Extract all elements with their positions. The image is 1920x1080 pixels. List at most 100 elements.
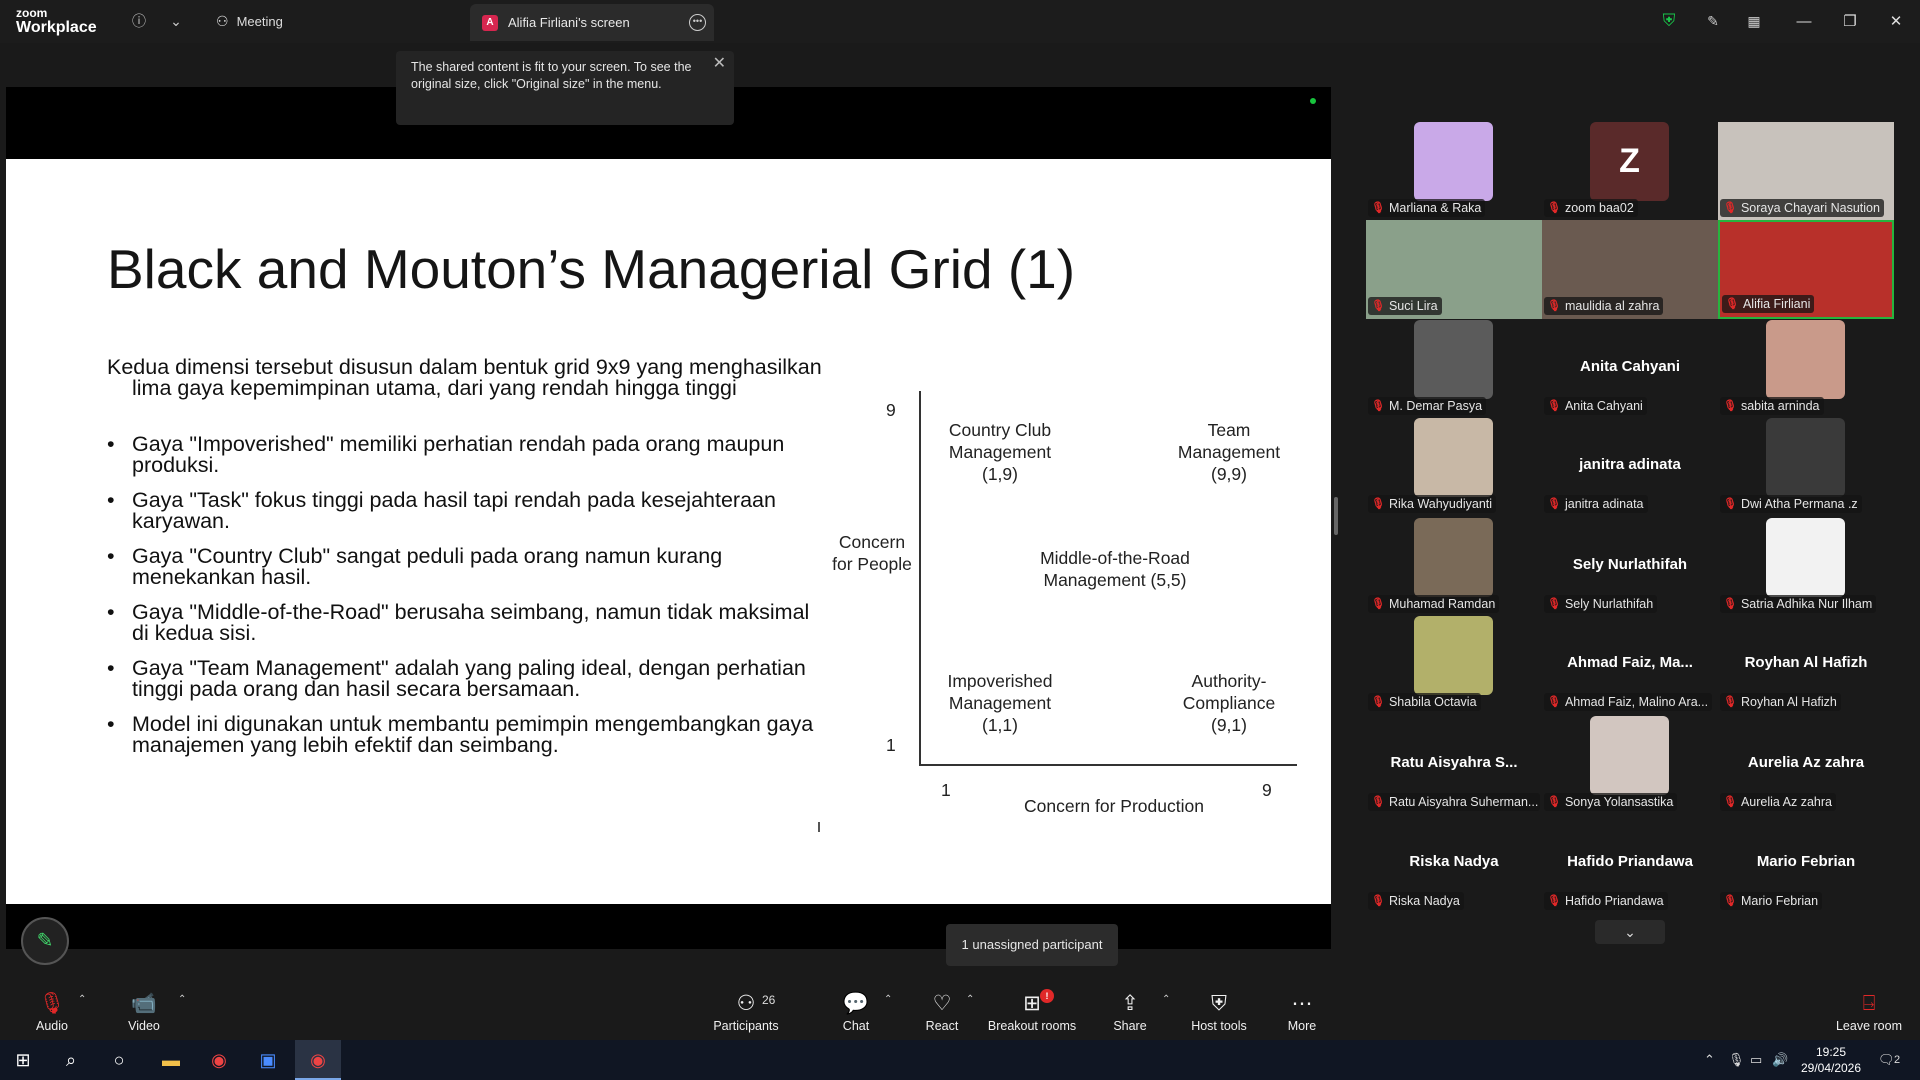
participant-name-label: 🎙 Hafido Priandawa [1544, 892, 1668, 910]
mic-tray-icon[interactable]: 🎙 [1728, 1040, 1745, 1080]
close-icon[interactable]: ✕ [713, 55, 726, 72]
participant-tile[interactable]: 🎙 sabita arninda [1718, 320, 1894, 419]
network-icon[interactable]: ▭ [1750, 1040, 1762, 1080]
panel-scrollbar[interactable] [1334, 497, 1338, 535]
participant-tile[interactable]: Aurelia Az zahra 🎙 Aurelia Az zahra [1718, 716, 1894, 815]
participant-tile[interactable]: 🎙 Shabila Octavia [1366, 616, 1542, 715]
more-button[interactable]: ⋯ More [1280, 980, 1324, 1040]
x-axis-max: 9 [1262, 780, 1272, 800]
tray-chevron-icon[interactable]: ⌃ [1704, 1040, 1715, 1080]
mic-muted-icon: 🎙 [1371, 895, 1385, 907]
share-caret-icon[interactable]: ⌃ [1162, 994, 1170, 1005]
participant-name-label: 🎙 Ratu Aisyahra Suherman... [1368, 793, 1540, 811]
minimize-button[interactable]: — [1782, 0, 1826, 43]
participant-tile[interactable]: Hafido Priandawa 🎙 Hafido Priandawa [1542, 815, 1718, 914]
participant-tile[interactable]: 🎙 Dwi Atha Permana .z [1718, 418, 1894, 517]
tooltip-text: The shared content is fit to your screen… [411, 60, 692, 91]
participant-tile[interactable]: Mario Febrian 🎙 Mario Febrian [1718, 815, 1894, 914]
info-icon[interactable]: ⓘ [128, 10, 150, 32]
participant-display-name: Hafido Priandawa [1567, 853, 1693, 870]
breakout-alert-badge: ! [1040, 989, 1054, 1003]
participant-tile[interactable]: 🎙 Rika Wahyudiyanti [1366, 418, 1542, 517]
volume-icon[interactable]: 🔊 [1772, 1040, 1788, 1080]
participant-tile[interactable]: Anita Cahyani 🎙 Anita Cahyani [1542, 320, 1718, 419]
participant-tile[interactable]: janitra adinata 🎙 janitra adinata [1542, 418, 1718, 517]
participant-picture [1414, 616, 1493, 695]
participant-avatar: Z [1590, 122, 1669, 201]
y-axis-min: 1 [886, 735, 896, 755]
close-button[interactable]: ✕ [1874, 0, 1918, 43]
shield-icon: ⛨ [1211, 992, 1227, 1015]
zoom-app-icon[interactable]: ▣ [245, 1040, 291, 1080]
participant-name: Alifia Firliani [1742, 297, 1811, 311]
restore-button[interactable]: ❐ [1828, 0, 1872, 43]
screen-share-tab[interactable]: A Alifia Firliani's screen ••• [470, 4, 714, 41]
participant-tile[interactable]: 🎙 M. Demar Pasya [1366, 320, 1542, 419]
participant-name: Royhan Al Hafizh [1740, 695, 1837, 709]
unassigned-participant-popup[interactable]: 1 unassigned participant [946, 924, 1118, 966]
participant-name: Anita Cahyani [1564, 399, 1643, 413]
audio-button[interactable]: 🎙 Audio [30, 980, 74, 1040]
chat-caret-icon[interactable]: ⌃ [884, 994, 892, 1005]
participant-tile[interactable]: 🎙 Sonya Yolansastika [1542, 716, 1718, 815]
more-options-icon[interactable]: ••• [689, 14, 706, 31]
chat-button[interactable]: 💬 Chat [834, 980, 878, 1040]
participant-name: Ratu Aisyahra Suherman... [1388, 795, 1539, 809]
participant-name: Dwi Atha Permana .z [1740, 497, 1858, 511]
file-explorer-icon[interactable]: ▬ [148, 1040, 194, 1080]
mic-muted-icon: 🎙 [1371, 498, 1385, 510]
chevron-down-icon[interactable]: ⌄ [165, 10, 187, 32]
participant-tile[interactable]: 🎙 Marliana & Raka [1366, 122, 1542, 221]
participant-name: Muhamad Ramdan [1388, 597, 1496, 611]
leave-room-button[interactable]: ⍈ Leave room [1834, 980, 1904, 1040]
video-button[interactable]: 📹 Video [122, 980, 166, 1040]
participant-tile[interactable]: Ahmad Faiz, Ma... 🎙 Ahmad Faiz, Malino Ara… [1542, 616, 1718, 715]
video-caret-icon[interactable]: ⌃ [178, 994, 186, 1005]
clock-time: 19:25 [1815, 1045, 1847, 1059]
windows-start-icon[interactable]: ⊞ [0, 1040, 46, 1080]
mic-muted-icon: 🎙 [1723, 498, 1737, 510]
security-shield-icon[interactable]: ⛨ [1658, 10, 1680, 32]
participant-tile[interactable]: Royhan Al Hafizh 🎙 Royhan Al Hafizh [1718, 616, 1894, 715]
share-button[interactable]: ⇪ Share [1108, 980, 1152, 1040]
participant-name: Suci Lira [1388, 299, 1438, 313]
bullet-item: Gaya "Task" fokus tinggi pada hasil tapi… [107, 489, 827, 532]
participant-tile[interactable]: 🎙 maulidia al zahra [1542, 220, 1718, 319]
video-label: Video [128, 1019, 160, 1033]
impoverished-label: Impoverished Management (1,1) [947, 671, 1053, 735]
participant-name: Hafido Priandawa [1564, 894, 1664, 908]
participant-tile[interactable]: 🎙 Suci Lira [1366, 220, 1542, 319]
system-clock[interactable]: 19:25 29/04/2026 [1796, 1044, 1866, 1076]
participants-label: Participants [713, 1019, 779, 1033]
participant-tile[interactable]: 🎙 Satria Adhika Nur Ilham [1718, 518, 1894, 617]
annotate-pencil-icon[interactable]: ✎ [21, 917, 69, 965]
participant-picture [1766, 418, 1845, 497]
participant-tile[interactable]: 🎙 Muhamad Ramdan [1366, 518, 1542, 617]
react-caret-icon[interactable]: ⌃ [966, 994, 974, 1005]
pencil-icon[interactable]: ✎ [1702, 10, 1724, 32]
scroll-down-button[interactable]: ⌄ [1595, 920, 1665, 944]
host-tools-button[interactable]: ⛨ Host tools [1186, 980, 1252, 1040]
participant-tile[interactable]: Ratu Aisyahra S... 🎙 Ratu Aisyahra Suherma… [1366, 716, 1542, 815]
audio-caret-icon[interactable]: ⌃ [78, 994, 86, 1005]
breakout-rooms-button[interactable]: ⊞ Breakout rooms [986, 980, 1078, 1040]
participant-tile[interactable]: Sely Nurlathifah 🎙 Sely Nurlathifah [1542, 518, 1718, 617]
bullet-item: Gaya "Team Management" adalah yang palin… [107, 657, 827, 700]
participants-button[interactable]: ⚇ Participants [712, 980, 780, 1040]
view-layout-icon[interactable]: ▦ [1743, 10, 1765, 32]
search-icon[interactable]: ⌕ [48, 1040, 94, 1080]
participant-tile[interactable]: 🎙 Alifia Firliani [1718, 220, 1894, 319]
participant-tile[interactable]: Riska Nadya 🎙 Riska Nadya [1366, 815, 1542, 914]
more-label: More [1287, 1019, 1317, 1033]
participant-tile[interactable]: 🎙 Soraya Chayari Nasution [1718, 122, 1894, 221]
meeting-tab[interactable]: ⚇ Meeting [216, 0, 283, 43]
grid-x-axis [919, 764, 1297, 766]
chrome-icon[interactable]: ◉ [196, 1040, 242, 1080]
react-button[interactable]: ♡ React [920, 980, 964, 1040]
participant-name: Mario Febrian [1740, 894, 1819, 908]
participant-name: maulidia al zahra [1564, 299, 1660, 313]
cortana-circle-icon[interactable]: ○ [96, 1040, 142, 1080]
notification-icon[interactable]: 🗨 [1878, 1040, 1895, 1080]
participant-tile[interactable]: Z 🎙 zoom baa02 [1542, 122, 1718, 221]
chrome-active-icon[interactable]: ◉ [295, 1040, 341, 1080]
